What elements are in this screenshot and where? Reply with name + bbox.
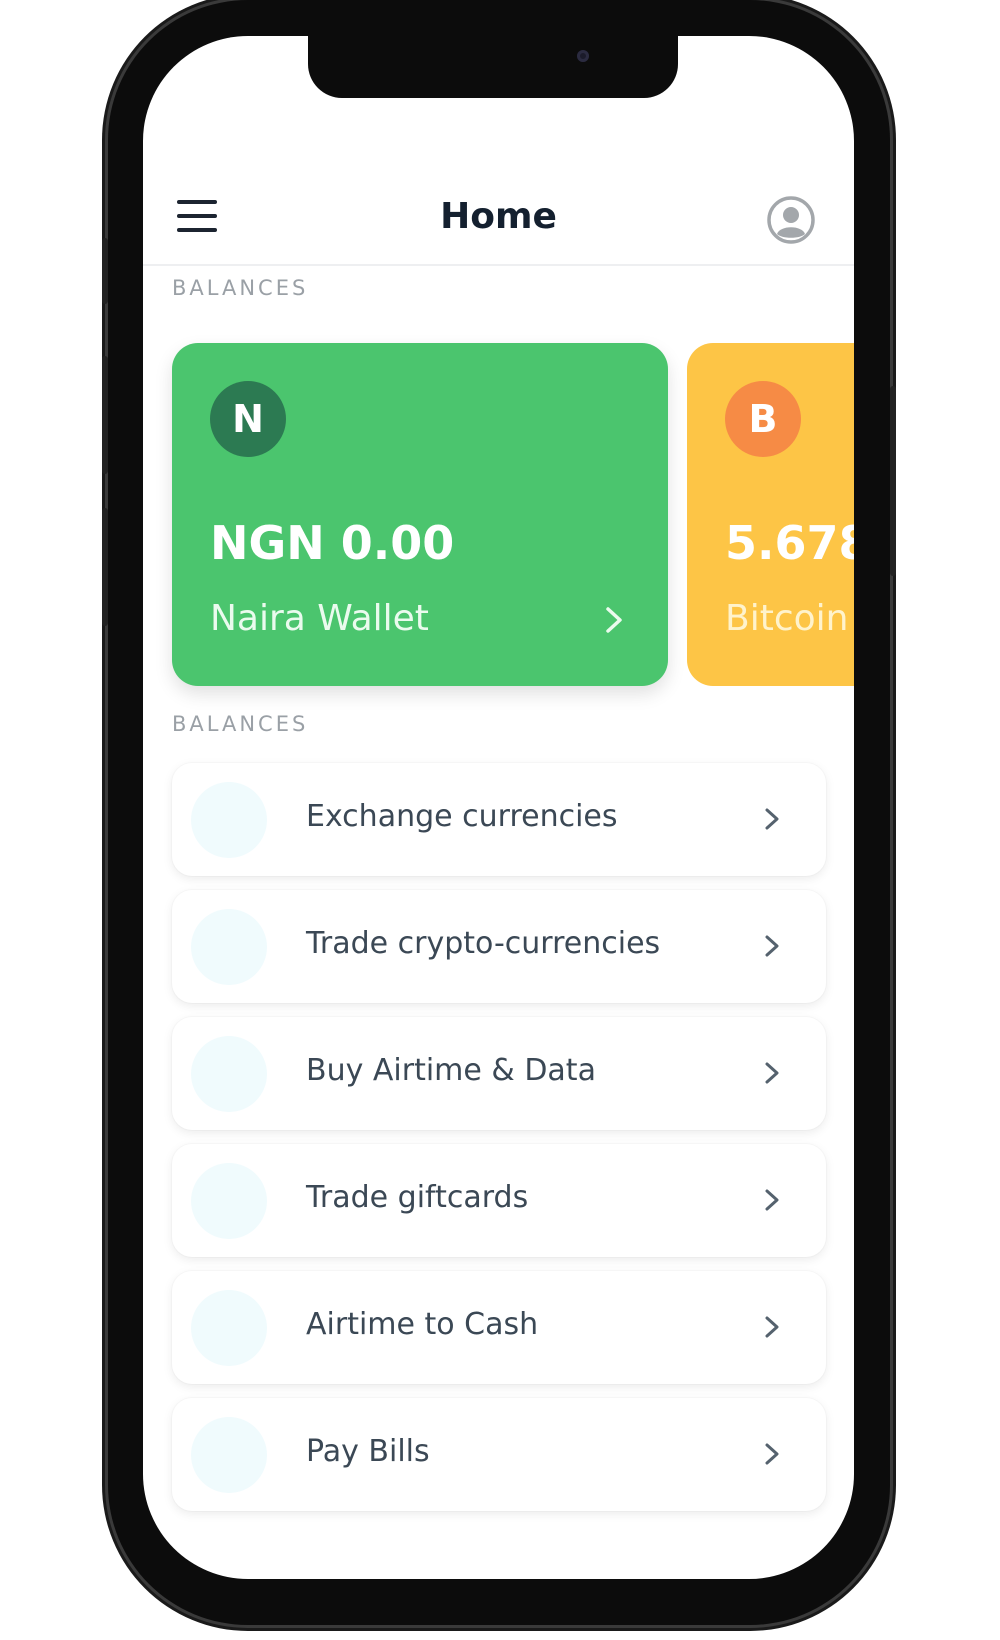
user-avatar-icon[interactable]: [767, 196, 815, 244]
phone-notch: [308, 36, 678, 98]
chevron-right-icon[interactable]: [602, 605, 626, 635]
action-label: Trade crypto-currencies: [306, 926, 661, 961]
action-icon-placeholder: [191, 782, 267, 858]
action-pay-bills[interactable]: Pay Bills: [172, 1398, 826, 1511]
action-label: Buy Airtime & Data: [306, 1053, 596, 1088]
volume-up-button: [102, 356, 108, 474]
chevron-right-icon: [765, 808, 779, 830]
app-screen: Home BALANCES N NGN 0.00 Naira Wallet B …: [143, 36, 854, 1579]
wallet-name: Naira Wallet: [210, 598, 429, 639]
action-label: Trade giftcards: [306, 1180, 529, 1215]
wallet-amount: 5.6784: [725, 516, 854, 570]
wallet-card-bitcoin[interactable]: B 5.6784 Bitcoin: [687, 343, 854, 686]
wallet-amount: NGN 0.00: [210, 516, 455, 570]
action-icon-placeholder: [191, 909, 267, 985]
volume-down-button: [102, 508, 108, 626]
action-exchange-currencies[interactable]: Exchange currencies: [172, 763, 826, 876]
action-icon-placeholder: [191, 1417, 267, 1493]
wallet-badge: N: [210, 381, 286, 457]
chevron-right-icon: [765, 1316, 779, 1338]
wallet-name: Bitcoin: [725, 598, 849, 639]
balances-section-label: BALANCES: [172, 276, 309, 300]
action-label: Pay Bills: [306, 1434, 430, 1469]
camera-icon: [577, 50, 589, 62]
wallet-badge: B: [725, 381, 801, 457]
page-title: Home: [440, 196, 557, 237]
action-trade-crypto[interactable]: Trade crypto-currencies: [172, 890, 826, 1003]
chevron-right-icon: [765, 1189, 779, 1211]
action-icon-placeholder: [191, 1290, 267, 1366]
action-trade-giftcards[interactable]: Trade giftcards: [172, 1144, 826, 1257]
chevron-right-icon: [765, 935, 779, 957]
action-label: Exchange currencies: [306, 799, 618, 834]
chevron-right-icon: [765, 1443, 779, 1465]
app-header: Home: [143, 146, 854, 266]
action-buy-airtime-data[interactable]: Buy Airtime & Data: [172, 1017, 826, 1130]
wallet-card-naira[interactable]: N NGN 0.00 Naira Wallet: [172, 343, 668, 686]
mute-switch: [102, 238, 108, 304]
power-button: [890, 386, 896, 576]
action-icon-placeholder: [191, 1036, 267, 1112]
action-label: Airtime to Cash: [306, 1307, 539, 1342]
action-airtime-to-cash[interactable]: Airtime to Cash: [172, 1271, 826, 1384]
action-icon-placeholder: [191, 1163, 267, 1239]
chevron-right-icon: [765, 1062, 779, 1084]
actions-section-label: BALANCES: [172, 712, 309, 736]
